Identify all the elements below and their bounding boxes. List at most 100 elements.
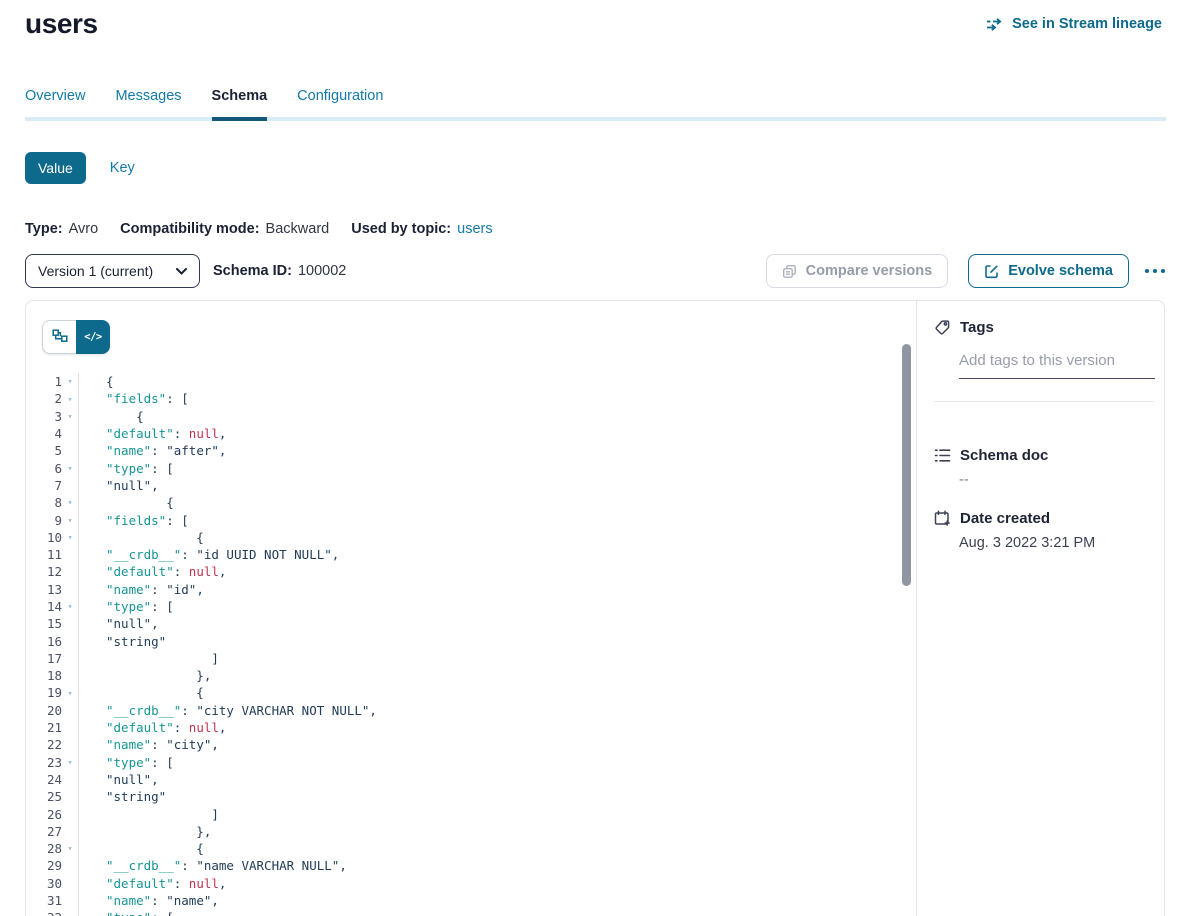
- tab-bar: Overview Messages Schema Configuration: [25, 88, 1166, 121]
- see-in-stream-lineage-link[interactable]: See in Stream lineage: [986, 16, 1162, 32]
- chevron-down-icon: [176, 268, 187, 275]
- fold-spacer: [62, 657, 78, 659]
- tab-overview[interactable]: Overview: [25, 88, 85, 117]
- compatibility-value: Backward: [266, 221, 330, 237]
- fold-spacer: [62, 484, 78, 486]
- line-number: 10: [26, 530, 62, 545]
- ellipsis-icon: [1144, 268, 1166, 274]
- type-value: Avro: [69, 221, 99, 237]
- key-toggle-button[interactable]: Key: [110, 160, 135, 176]
- code-icon: </>: [84, 331, 101, 343]
- line-number: 25: [26, 789, 62, 804]
- schema-id-label: Schema ID:: [213, 263, 292, 279]
- date-created-section-header: Date created: [934, 510, 1152, 527]
- fold-spacer: [62, 571, 78, 573]
- line-number: 26: [26, 807, 62, 822]
- line-number: 12: [26, 564, 62, 579]
- add-tags-input[interactable]: [959, 352, 1155, 379]
- tab-schema[interactable]: Schema: [212, 88, 268, 117]
- line-number: 9: [26, 513, 62, 528]
- fold-toggle-icon[interactable]: ▾: [62, 757, 78, 768]
- line-number: 23: [26, 755, 62, 770]
- editor-scrollbar-thumb[interactable]: [902, 344, 911, 586]
- line-number: 14: [26, 599, 62, 614]
- schema-details-sidebar: Tags Schema doc --: [916, 301, 1164, 916]
- tree-view-icon: [52, 329, 68, 345]
- schema-doc-title: Schema doc: [960, 447, 1048, 464]
- fold-toggle-icon[interactable]: ▾: [62, 913, 78, 916]
- line-number: 19: [26, 685, 62, 700]
- fold-toggle-icon[interactable]: ▾: [62, 601, 78, 612]
- sidebar-divider: [934, 401, 1154, 402]
- copy-icon: [782, 264, 797, 279]
- fold-spacer: [62, 796, 78, 798]
- fold-toggle-icon[interactable]: ▾: [62, 843, 78, 854]
- line-number: 30: [26, 876, 62, 891]
- value-key-toggle: Value Key: [25, 152, 135, 184]
- fold-toggle-icon[interactable]: ▾: [62, 515, 78, 526]
- schema-panel: </> 1▾{2▾ "fields": [3▾ {4 "default": nu…: [25, 300, 1165, 916]
- fold-spacer: [62, 554, 78, 556]
- fold-toggle-icon[interactable]: ▾: [62, 376, 78, 387]
- version-select[interactable]: Version 1 (current): [25, 254, 200, 288]
- fold-spacer: [62, 623, 78, 625]
- fold-spacer: [62, 830, 78, 832]
- fold-toggle-icon[interactable]: ▾: [62, 532, 78, 543]
- date-created-value: Aug. 3 2022 3:21 PM: [959, 535, 1152, 551]
- fold-spacer: [62, 727, 78, 729]
- line-number: 5: [26, 443, 62, 458]
- schema-doc-value: --: [959, 472, 1152, 488]
- fold-toggle-icon[interactable]: ▾: [62, 688, 78, 699]
- fold-spacer: [62, 778, 78, 780]
- fold-toggle-icon[interactable]: ▾: [62, 463, 78, 474]
- fold-toggle-icon[interactable]: ▾: [62, 394, 78, 405]
- compatibility-label: Compatibility mode:: [120, 221, 259, 237]
- calendar-plus-icon: [934, 510, 951, 527]
- line-number: 28: [26, 841, 62, 856]
- schema-page: users See in Stream lineage Overview Mes…: [0, 0, 1189, 916]
- line-number: 2: [26, 391, 62, 406]
- list-icon: [934, 448, 951, 463]
- line-number: 13: [26, 582, 62, 597]
- evolve-schema-button[interactable]: Evolve schema: [968, 254, 1129, 288]
- schema-doc-section-header: Schema doc: [934, 447, 1152, 464]
- topic-link[interactable]: users: [457, 221, 492, 237]
- version-select-value: Version 1 (current): [38, 263, 153, 279]
- more-options-button[interactable]: [1144, 268, 1166, 274]
- line-number: 6: [26, 461, 62, 476]
- tag-icon: [934, 319, 951, 336]
- line-number: 29: [26, 858, 62, 873]
- schema-id-value: 100002: [298, 263, 346, 279]
- line-number: 3: [26, 409, 62, 424]
- fold-spacer: [62, 744, 78, 746]
- line-number: 24: [26, 772, 62, 787]
- lineage-link-label: See in Stream lineage: [1012, 16, 1162, 32]
- tab-configuration[interactable]: Configuration: [297, 88, 383, 117]
- compare-versions-button[interactable]: Compare versions: [766, 254, 949, 288]
- line-number: 27: [26, 824, 62, 839]
- line-number: 1: [26, 374, 62, 389]
- fold-spacer: [62, 900, 78, 902]
- line-number: 21: [26, 720, 62, 735]
- code-view-button[interactable]: </>: [76, 320, 110, 354]
- line-number: 17: [26, 651, 62, 666]
- fold-spacer: [62, 433, 78, 435]
- fold-spacer: [62, 675, 78, 677]
- line-number: 4: [26, 426, 62, 441]
- line-number: 8: [26, 495, 62, 510]
- line-number: 22: [26, 737, 62, 752]
- line-number: 20: [26, 703, 62, 718]
- stream-lineage-icon: [986, 18, 1004, 31]
- fold-spacer: [62, 865, 78, 867]
- page-title: users: [25, 8, 98, 40]
- value-toggle-button[interactable]: Value: [25, 152, 86, 184]
- compare-versions-label: Compare versions: [806, 263, 933, 279]
- tags-title: Tags: [960, 319, 994, 336]
- fold-toggle-icon[interactable]: ▾: [62, 411, 78, 422]
- fold-toggle-icon[interactable]: ▾: [62, 497, 78, 508]
- schema-id: Schema ID: 100002: [213, 263, 346, 279]
- tree-view-button[interactable]: [42, 320, 76, 354]
- type-label: Type:: [25, 221, 63, 237]
- tab-messages[interactable]: Messages: [115, 88, 181, 117]
- evolve-schema-label: Evolve schema: [1008, 263, 1113, 279]
